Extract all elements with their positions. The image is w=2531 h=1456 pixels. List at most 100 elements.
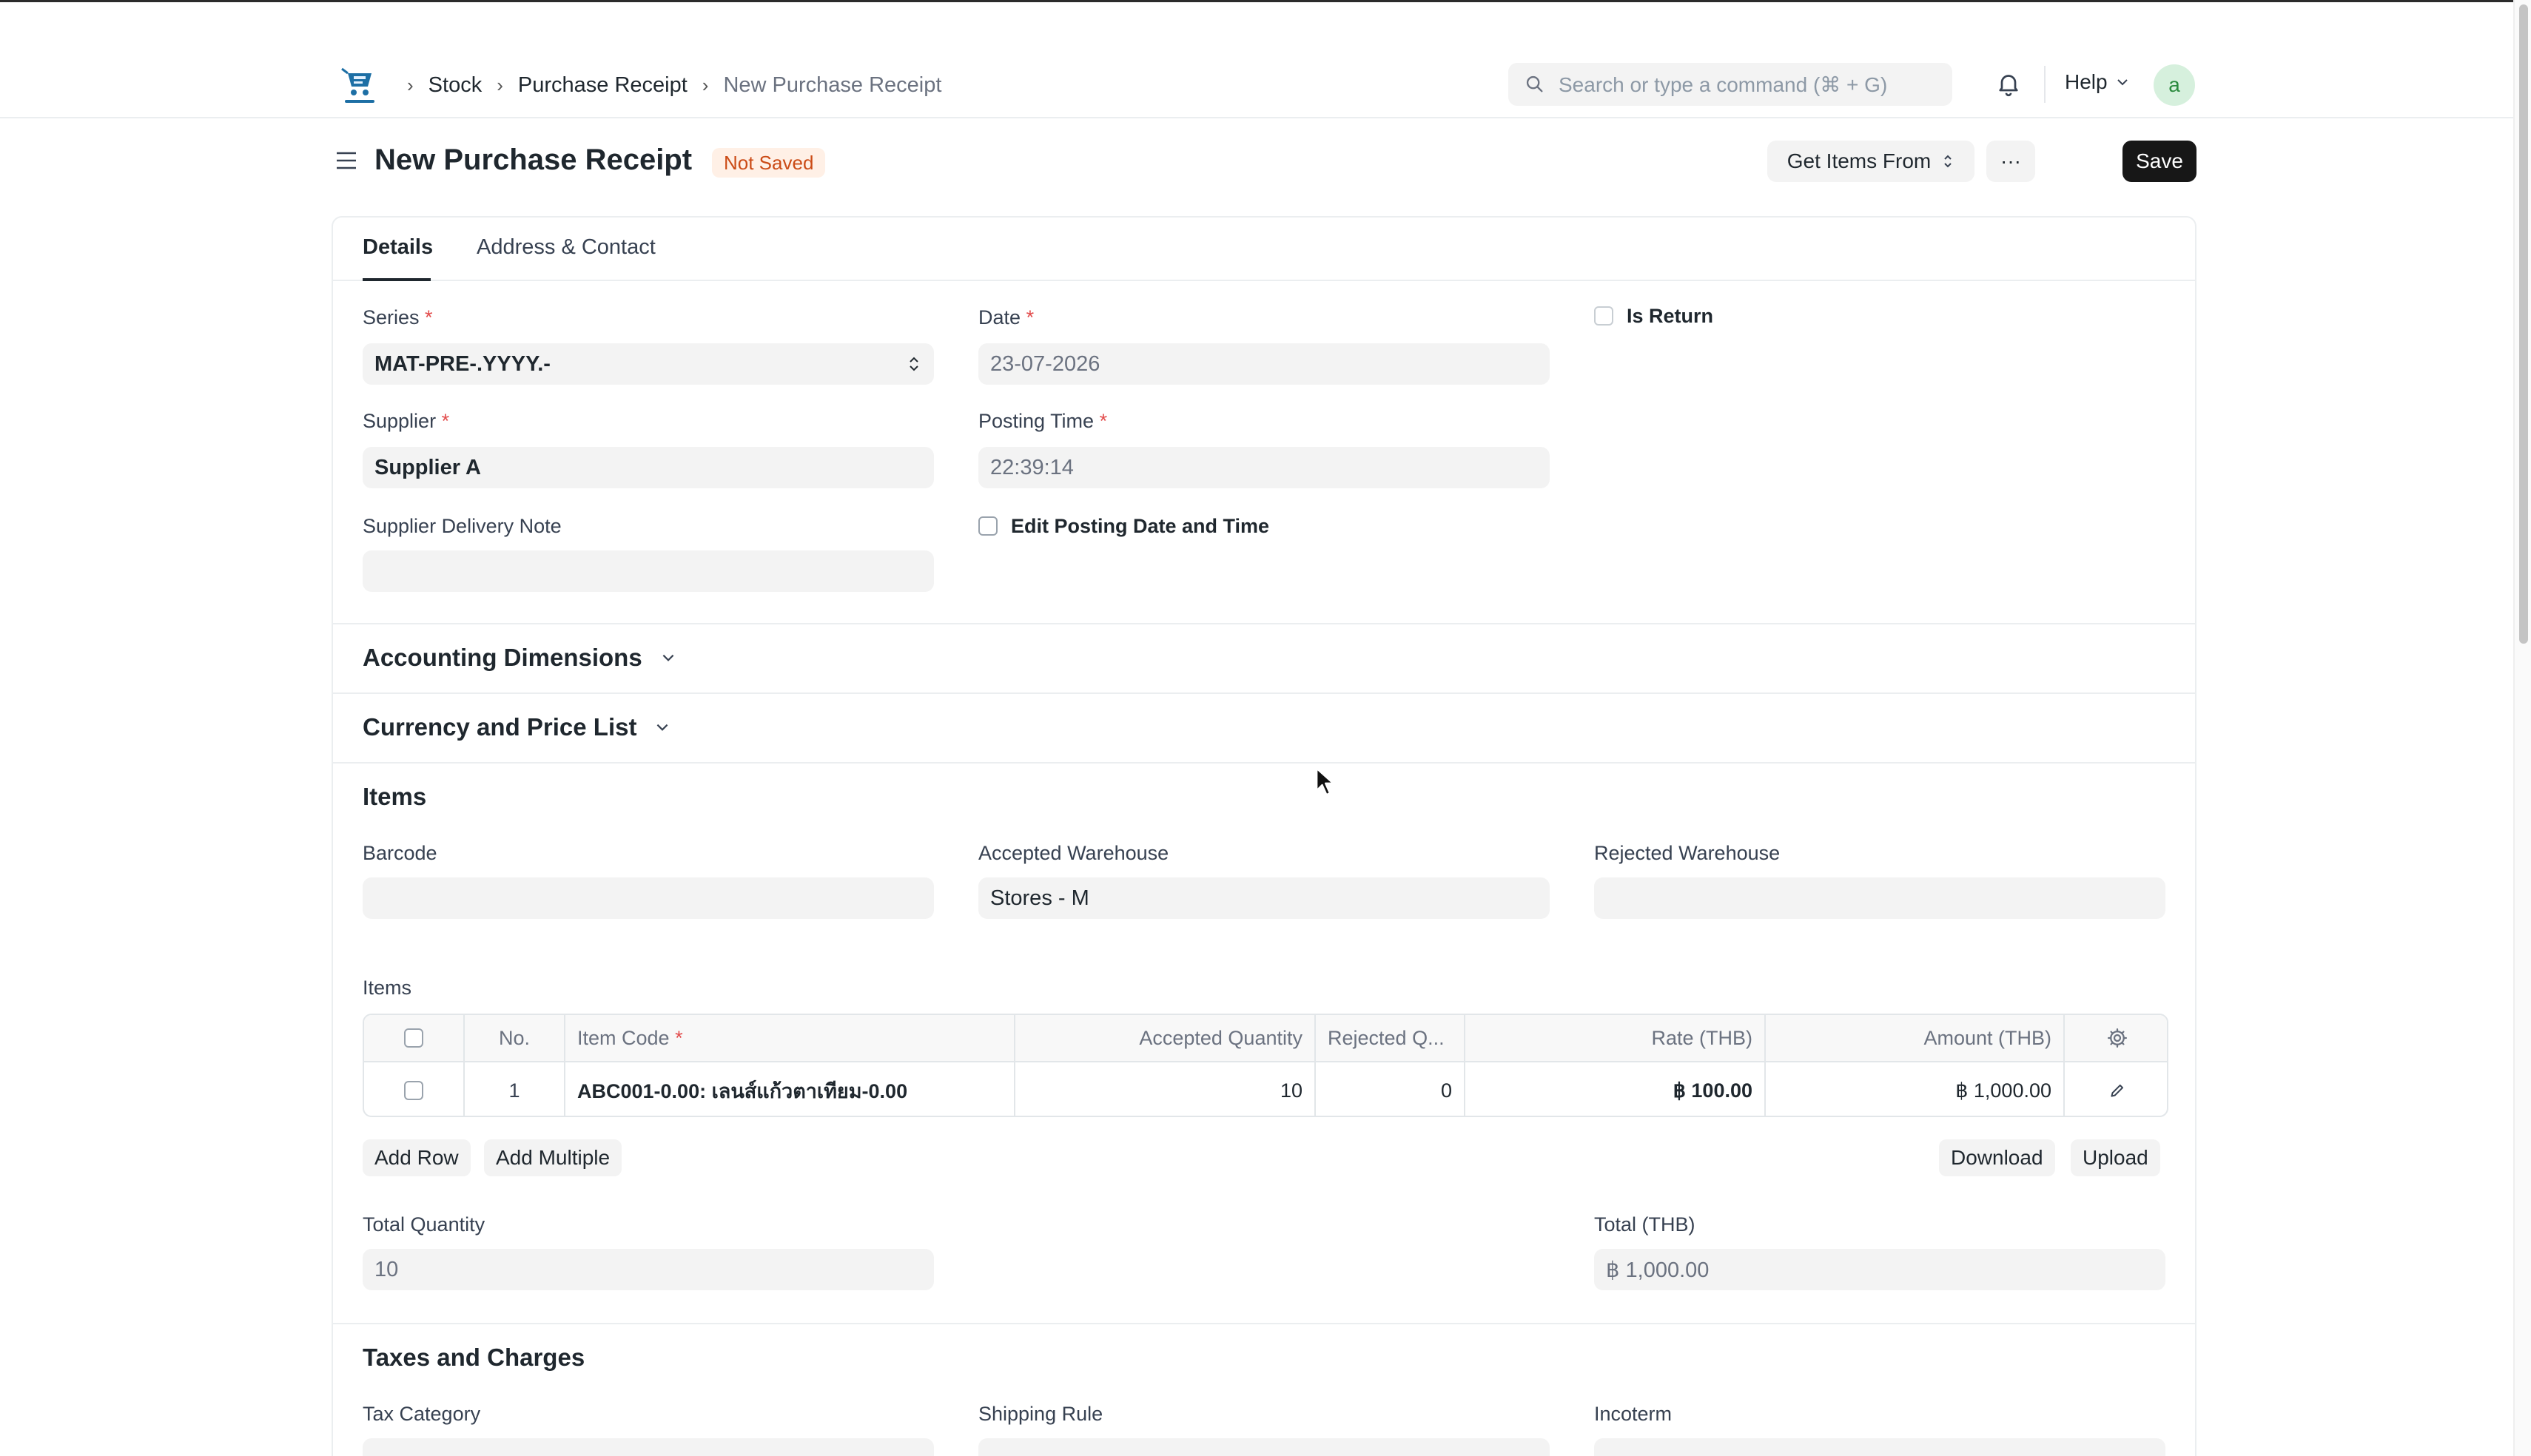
row-rate[interactable]: ฿ 100.00 — [1465, 1062, 1766, 1116]
total-quantity-label: Total Quantity — [363, 1213, 485, 1236]
active-tab-indicator — [363, 278, 431, 281]
form-tabs: Details Address & Contact — [333, 218, 2195, 281]
edit-posting-checkbox[interactable] — [978, 516, 998, 536]
column-header-rejected-qty: Rejected Q... — [1316, 1015, 1465, 1061]
posting-time-label: Posting Time * — [978, 410, 1108, 432]
section-divider — [333, 1323, 2195, 1324]
total-field: ฿ 1,000.00 — [1594, 1249, 2165, 1290]
select-arrows-icon — [910, 357, 918, 371]
barcode-label: Barcode — [363, 842, 437, 864]
row-rejected-qty[interactable]: 0 — [1316, 1062, 1465, 1116]
tab-address-contact[interactable]: Address & Contact — [477, 235, 656, 260]
edit-posting-label: Edit Posting Date and Time — [1011, 515, 1270, 537]
supplier-label: Supplier * — [363, 410, 450, 432]
accounting-dimensions-section[interactable]: Accounting Dimensions — [363, 644, 676, 672]
edit-pencil-icon[interactable] — [2108, 1081, 2127, 1100]
series-value: MAT-PRE-.YYYY.- — [374, 351, 551, 376]
help-label: Help — [2065, 70, 2108, 93]
supplier-delivery-note-label: Supplier Delivery Note — [363, 515, 562, 537]
row-accepted-qty[interactable]: 10 — [1015, 1062, 1316, 1116]
mouse-cursor-icon — [1316, 767, 1334, 796]
column-settings-cell — [2065, 1015, 2167, 1061]
download-button[interactable]: Download — [1939, 1139, 2055, 1176]
accepted-warehouse-field[interactable]: Stores - M — [978, 877, 1550, 919]
table-row[interactable]: 1 ABC001-0.00: เลนส์แก้วตาเทียม-0.00 10 … — [364, 1062, 2167, 1116]
currency-price-list-section[interactable]: Currency and Price List — [363, 713, 670, 741]
series-select[interactable]: MAT-PRE-.YYYY.- — [363, 343, 934, 385]
page-title: New Purchase Receipt — [374, 144, 693, 176]
total-quantity-field: 10 — [363, 1249, 934, 1290]
supplier-field[interactable]: Supplier A — [363, 447, 934, 488]
series-label: Series * — [363, 306, 433, 328]
items-section-title: Items — [363, 783, 427, 810]
top-navbar: › Stock › Purchase Receipt › New Purchas… — [0, 0, 2531, 118]
get-items-from-label: Get Items From — [1787, 149, 1932, 172]
section-divider — [333, 623, 2195, 624]
taxes-section-title: Taxes and Charges — [363, 1344, 585, 1371]
row-checkbox[interactable] — [404, 1081, 423, 1100]
shipping-rule-field[interactable] — [978, 1438, 1550, 1456]
breadcrumb-purchase-receipt[interactable]: Purchase Receipt — [518, 73, 688, 98]
row-amount: ฿ 1,000.00 — [1766, 1062, 2065, 1116]
tab-details[interactable]: Details — [363, 235, 433, 260]
search-input[interactable]: Search or type a command (⌘ + G) — [1508, 63, 1952, 106]
column-header-amount: Amount (THB) — [1766, 1015, 2065, 1061]
supplier-delivery-note-field[interactable] — [363, 550, 934, 592]
more-actions-button[interactable]: ··· — [1986, 141, 2035, 182]
add-multiple-button[interactable]: Add Multiple — [484, 1139, 622, 1176]
search-placeholder: Search or type a command (⌘ + G) — [1559, 73, 1888, 96]
column-header-rate: Rate (THB) — [1465, 1015, 1766, 1061]
scrollbar-thumb[interactable] — [2519, 4, 2528, 644]
total-label: Total (THB) — [1594, 1213, 1695, 1236]
gear-icon[interactable] — [2106, 1027, 2128, 1049]
is-return-checkbox[interactable] — [1594, 306, 1613, 326]
search-icon — [1526, 75, 1543, 92]
upload-button[interactable]: Upload — [2071, 1139, 2160, 1176]
shipping-rule-label: Shipping Rule — [978, 1403, 1103, 1425]
help-menu[interactable]: Help — [2065, 70, 2130, 94]
column-header-item-code: Item Code * — [565, 1015, 1015, 1061]
save-button[interactable]: Save — [2122, 141, 2196, 182]
is-return-label: Is Return — [1627, 305, 1714, 327]
rejected-warehouse-label: Rejected Warehouse — [1594, 842, 1781, 864]
breadcrumb-current: New Purchase Receipt — [723, 73, 942, 97]
chevron-right-icon: › — [407, 73, 414, 96]
items-table-header: No. Item Code * Accepted Quantity Reject… — [364, 1015, 2167, 1062]
row-select-cell — [364, 1062, 465, 1116]
date-field[interactable]: 23-07-2026 — [978, 343, 1550, 385]
incoterm-field[interactable] — [1594, 1438, 2165, 1456]
items-table-label: Items — [363, 977, 412, 999]
posting-time-field[interactable]: 22:39:14 — [978, 447, 1550, 488]
select-all-checkbox[interactable] — [404, 1028, 423, 1048]
add-row-button[interactable]: Add Row — [363, 1139, 471, 1176]
accounting-dimensions-title: Accounting Dimensions — [363, 644, 642, 671]
chevron-right-icon: › — [497, 73, 503, 96]
barcode-field[interactable] — [363, 877, 934, 919]
date-label: Date * — [978, 306, 1035, 328]
chevron-down-icon — [657, 724, 668, 731]
chevron-down-icon — [2117, 79, 2128, 86]
form-card: Details Address & Contact Series * MAT-P… — [332, 216, 2196, 1456]
items-table: No. Item Code * Accepted Quantity Reject… — [363, 1014, 2168, 1117]
divider — [2044, 66, 2046, 103]
breadcrumb-stock[interactable]: Stock — [428, 73, 483, 98]
row-item-code[interactable]: ABC001-0.00: เลนส์แก้วตาเทียม-0.00 — [565, 1062, 1015, 1116]
bell-icon[interactable] — [1995, 70, 2022, 97]
status-badge: Not Saved — [712, 148, 826, 178]
avatar[interactable]: a — [2154, 64, 2195, 106]
rejected-warehouse-field[interactable] — [1594, 877, 2165, 919]
incoterm-label: Incoterm — [1594, 1403, 1673, 1425]
page-header: New Purchase Receipt Not Saved Get Items… — [333, 141, 2196, 185]
section-divider — [333, 692, 2195, 694]
tax-category-field[interactable] — [363, 1438, 934, 1456]
column-header-accepted-qty: Accepted Quantity — [1015, 1015, 1316, 1061]
sort-arrows-icon — [1944, 155, 1952, 168]
currency-price-list-title: Currency and Price List — [363, 713, 637, 741]
get-items-from-button[interactable]: Get Items From — [1767, 141, 1974, 182]
sidebar-toggle-icon[interactable] — [335, 149, 358, 172]
breadcrumb: › Stock › Purchase Receipt › New Purchas… — [407, 70, 941, 100]
app-logo-icon[interactable] — [337, 63, 382, 107]
tax-category-label: Tax Category — [363, 1403, 481, 1425]
row-no: 1 — [465, 1062, 565, 1116]
page-scrollbar[interactable] — [2513, 0, 2531, 1456]
